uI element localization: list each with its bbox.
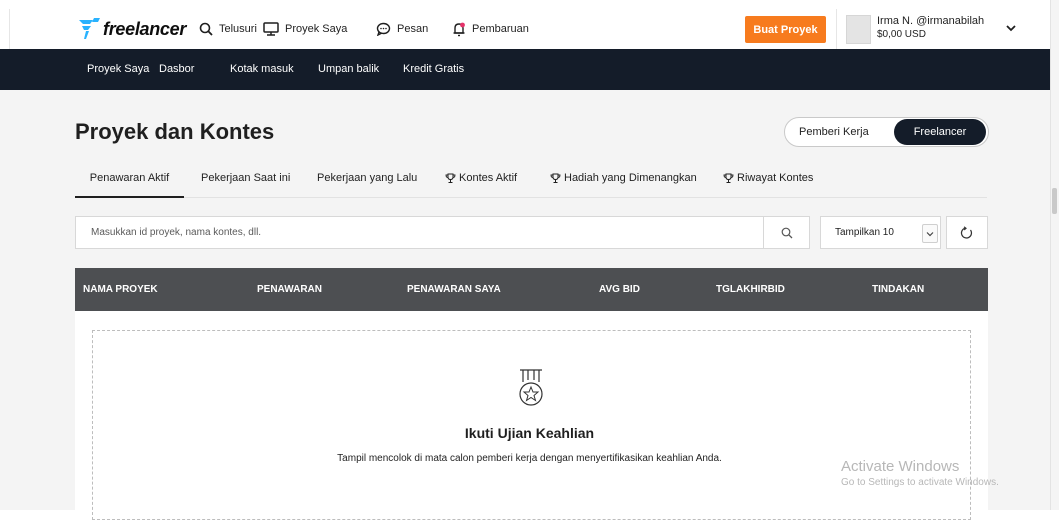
chat-bubble-icon [376, 22, 391, 36]
search-icon [199, 22, 213, 36]
subnav-free-credit[interactable]: Kredit Gratis [403, 49, 464, 90]
subnav-inbox[interactable]: Kotak masuk [230, 49, 294, 90]
tab-past-work[interactable]: Pekerjaan yang Lalu [317, 160, 417, 197]
search-icon [781, 227, 792, 238]
nav-search-label: Telusuri [219, 23, 257, 35]
page-title: Proyek dan Kontes [75, 119, 275, 144]
tab-active-bids[interactable]: Penawaran Aktif [75, 160, 184, 198]
freelancer-logo[interactable]: freelancer [77, 17, 186, 41]
tab-current-work-label: Pekerjaan Saat ini [201, 172, 291, 184]
show-count-select[interactable]: Tampilkan 10 [820, 216, 941, 249]
toggle-freelancer[interactable]: Freelancer [894, 119, 986, 145]
empty-state-title: Ikuti Ujian Keahlian [464, 425, 595, 441]
col-my-bid[interactable]: PENAWARAN SAYA [407, 268, 501, 311]
search-button[interactable] [763, 217, 809, 248]
medal-icon [519, 369, 543, 406]
tab-contest-history-label: Riwayat Kontes [737, 172, 814, 184]
trophy-icon [445, 173, 456, 183]
refresh-button[interactable] [946, 216, 988, 249]
bell-icon [453, 22, 465, 36]
col-avg-bid[interactable]: AVG BID [599, 268, 640, 311]
nav-updates[interactable]: Pembaruan [452, 9, 529, 49]
subnav-my-projects[interactable]: Proyek Saya [87, 49, 149, 90]
avatar[interactable] [846, 15, 871, 44]
col-bids[interactable]: PENAWARAN [257, 268, 322, 311]
nav-search[interactable]: Telusuri [199, 9, 257, 49]
bird-logo-icon [79, 18, 100, 39]
role-toggle[interactable]: Pemberi Kerja Freelancer [784, 117, 989, 147]
subnav-dashboard[interactable]: Dasbor [159, 49, 194, 90]
windows-watermark-title: Activate Windows [841, 458, 960, 475]
search-input[interactable]: Masukkan id proyek, nama kontes, dll. [91, 217, 261, 248]
nav-updates-label: Pembaruan [472, 23, 529, 35]
col-project-name[interactable]: NAMA PROYEK [83, 268, 158, 311]
tab-active-contests-label: Kontes Aktif [459, 172, 518, 184]
nav-messages-label: Pesan [397, 23, 429, 35]
tab-active-contests[interactable]: Kontes Aktif [445, 160, 517, 197]
logo-text: freelancer [103, 18, 187, 39]
nav-my-projects[interactable]: Proyek Saya [263, 9, 347, 49]
tab-active-bids-label: Penawaran Aktif [89, 171, 170, 184]
windows-watermark-subtitle: Go to Settings to activate Windows. [841, 477, 999, 488]
tab-past-work-label: Pekerjaan yang Lalu [317, 172, 418, 184]
nav-messages[interactable]: Pesan [376, 9, 428, 49]
user-name: Irma N. @irmanabilah [877, 15, 985, 27]
col-bid-end-date[interactable]: TGLAKHIRBID [716, 268, 785, 311]
tab-contest-history[interactable]: Riwayat Kontes [723, 160, 813, 197]
top-strip [0, 0, 1059, 9]
user-menu[interactable]: Irma N. @irmanabilah $0,00 USD [836, 9, 1051, 49]
header-bar: freelancer Telusuri Proyek Saya Pesan Pe… [9, 9, 1051, 49]
tab-prizes-won-label: Hadiah yang Dimenangkan [564, 172, 697, 184]
chevron-down-icon[interactable] [1005, 23, 1017, 33]
page-scrollbar[interactable] [1050, 0, 1059, 510]
trophy-icon [550, 173, 561, 183]
user-balance: $0,00 USD [877, 29, 926, 40]
nav-my-projects-label: Proyek Saya [285, 23, 348, 35]
refresh-icon [960, 225, 973, 239]
tab-prizes-won[interactable]: Hadiah yang Dimenangkan [550, 160, 697, 197]
post-project-button[interactable]: Buat Proyek [745, 16, 826, 43]
show-count-value: Tampilkan 10 [835, 227, 894, 238]
tab-current-work[interactable]: Pekerjaan Saat ini [201, 160, 290, 197]
scrollbar-thumb[interactable] [1052, 188, 1057, 214]
search-box: Masukkan id proyek, nama kontes, dll. [75, 216, 810, 249]
project-tabs: Penawaran Aktif Pekerjaan Saat ini Peker… [75, 160, 987, 198]
monitor-icon [263, 22, 279, 36]
secondary-nav: Proyek Saya Dasbor Kotak masuk Umpan bal… [0, 49, 1059, 90]
trophy-icon [723, 173, 734, 183]
col-actions: TINDAKAN [872, 284, 925, 295]
toggle-employer[interactable]: Pemberi Kerja [799, 118, 869, 146]
top-header: freelancer Telusuri Proyek Saya Pesan Pe… [0, 9, 1059, 49]
table-header: NAMA PROYEK PENAWARAN PENAWARAN SAYA AVG… [75, 268, 988, 311]
chevron-down-icon[interactable] [922, 224, 938, 243]
subnav-feedback[interactable]: Umpan balik [318, 49, 379, 90]
